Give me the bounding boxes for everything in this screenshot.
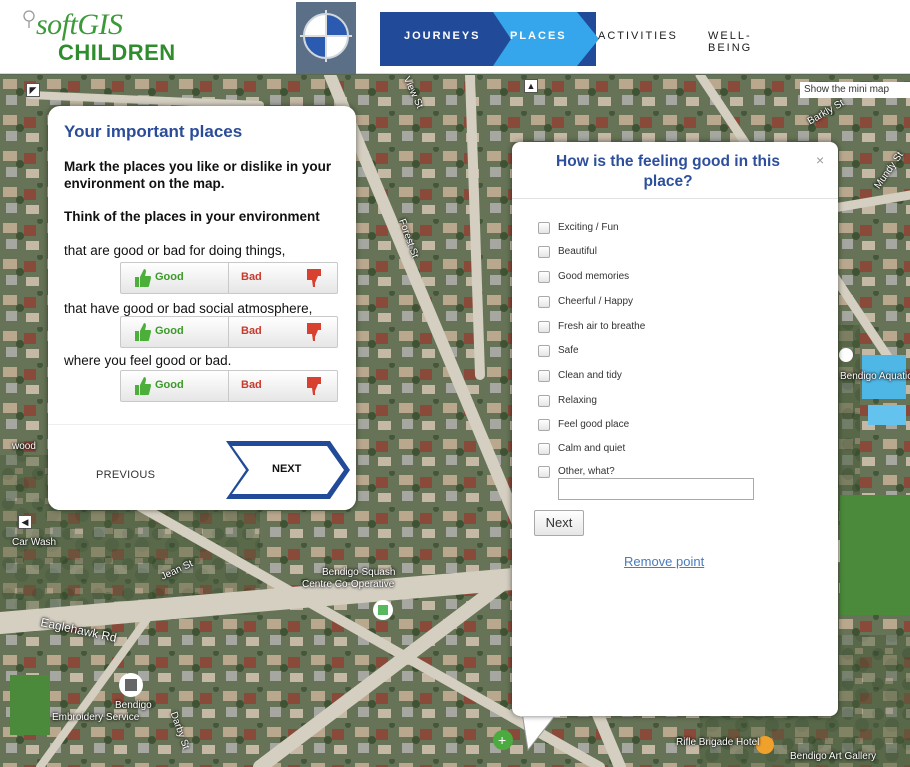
logo-softgis-text: softGIS xyxy=(36,8,123,41)
map-pin-icon xyxy=(23,10,35,28)
option-label: Clean and tidy xyxy=(558,370,622,381)
popup-next-button[interactable]: Next xyxy=(534,510,584,536)
compass-icon[interactable] xyxy=(296,2,356,74)
show-mini-map-label: Show the mini map xyxy=(804,84,890,95)
checkbox[interactable] xyxy=(538,271,550,283)
option-label: Cheerful / Happy xyxy=(558,296,634,307)
remove-point-link[interactable]: Remove point xyxy=(624,554,704,569)
checkbox[interactable] xyxy=(538,296,550,308)
map-label-bendigo-aquatic: Bendigo Aquatic xyxy=(840,371,910,382)
thumbs-down-icon xyxy=(307,377,321,395)
checkbox[interactable] xyxy=(538,443,550,455)
thumbs-up-icon xyxy=(135,377,151,395)
panel-think: Think of the places in your environment xyxy=(64,209,320,224)
bad-button-social-atmosphere[interactable]: Bad xyxy=(229,317,337,347)
bad-button-feel-good[interactable]: Bad xyxy=(229,371,337,401)
tab-journeys[interactable]: JOURNEYS xyxy=(404,30,481,42)
thumbs-up-icon xyxy=(135,269,151,287)
close-icon[interactable]: × xyxy=(816,152,824,168)
bad-label: Bad xyxy=(241,271,262,283)
checkbox[interactable] xyxy=(538,345,550,357)
option-label: Beautiful xyxy=(558,246,597,257)
feeling-popup: How is the feeling good in this place? ×… xyxy=(512,142,838,716)
softgis-children-logo: softGIS CHILDREN xyxy=(22,6,182,65)
checkbox[interactable] xyxy=(538,246,550,258)
panel-footer: PREVIOUS NEXT xyxy=(48,424,356,510)
next-label: NEXT xyxy=(272,463,302,475)
checkbox[interactable] xyxy=(538,466,550,478)
checkbox[interactable] xyxy=(538,222,550,234)
popup-title: How is the feeling good in this place? xyxy=(556,153,780,190)
bad-button-doing-things[interactable]: Bad xyxy=(229,263,337,293)
prompt-doing-things: that are good or bad for doing things, xyxy=(64,243,286,258)
tab-places[interactable]: PLACES xyxy=(510,30,567,42)
map-label-rifle-brigade-hotel: Rifle Brigade Hotel xyxy=(676,737,760,748)
map-label-embroidery-service: Embroidery Service xyxy=(52,712,140,723)
option-label: Good memories xyxy=(558,271,630,282)
show-mini-map-toggle[interactable]: Show the mini map xyxy=(800,82,910,98)
map-label-centre-co-operative: Centre Co-Operative xyxy=(302,579,395,590)
tab-activities[interactable]: ACTIVITIES xyxy=(598,30,678,42)
svg-text:+: + xyxy=(498,732,506,748)
other-text-input[interactable] xyxy=(558,478,754,500)
map-label-wood: wood xyxy=(12,441,36,452)
previous-button[interactable]: PREVIOUS xyxy=(96,469,155,481)
option-label: Exciting / Fun xyxy=(558,222,619,233)
option-label: Other, what? xyxy=(558,466,615,477)
option-label: Relaxing xyxy=(558,395,597,406)
next-button[interactable]: NEXT xyxy=(226,441,350,499)
map-label-bendigo-squash: Bendigo Squash xyxy=(322,567,396,578)
checkbox[interactable] xyxy=(538,419,550,431)
thumbs-down-icon xyxy=(307,323,321,341)
thumbs-up-icon xyxy=(135,323,151,341)
app-header: softGIS CHILDREN JOURNEYS PLACES ACTIVIT… xyxy=(0,0,910,74)
map-label-bendigo: Bendigo xyxy=(115,700,152,711)
good-bad-feel-good: Good Bad xyxy=(120,370,338,402)
map-label-car-wash: Car Wash xyxy=(12,537,57,548)
good-button-feel-good[interactable]: Good xyxy=(121,371,229,401)
panel-intro: Mark the places you like or dislike in y… xyxy=(64,159,332,191)
good-label: Good xyxy=(155,379,184,391)
checkbox[interactable] xyxy=(538,370,550,382)
option-label: Safe xyxy=(558,345,579,356)
checkbox[interactable] xyxy=(538,321,550,333)
thumbs-down-icon xyxy=(307,269,321,287)
option-label: Feel good place xyxy=(558,419,630,430)
panel-title: Your important places xyxy=(64,122,243,141)
good-label: Good xyxy=(155,325,184,337)
good-button-social-atmosphere[interactable]: Good xyxy=(121,317,229,347)
collapse-panel-button[interactable]: ◤ xyxy=(26,83,40,97)
good-bad-social-atmosphere: Good Bad xyxy=(120,316,338,348)
option-label: Calm and quiet xyxy=(558,443,626,454)
popup-tail xyxy=(520,712,560,752)
checkbox[interactable] xyxy=(538,395,550,407)
prompt-social-atmosphere: that have good or bad social atmosphere, xyxy=(64,301,313,316)
map-up-button[interactable]: ▲ xyxy=(524,79,538,93)
expand-left-button[interactable]: ◀ xyxy=(18,515,32,529)
map-label-bendigo-art-gallery: Bendigo Art Gallery xyxy=(790,751,877,762)
bad-label: Bad xyxy=(241,325,262,337)
good-bad-doing-things: Good Bad xyxy=(120,262,338,294)
bad-label: Bad xyxy=(241,379,262,391)
popup-divider xyxy=(512,198,838,199)
good-button-doing-things[interactable]: Good xyxy=(121,263,229,293)
good-label: Good xyxy=(155,271,184,283)
tab-well-being[interactable]: WELL-BEING xyxy=(708,30,752,54)
important-places-panel: Your important places Mark the places yo… xyxy=(48,106,356,510)
prompt-feel-good: where you feel good or bad. xyxy=(64,353,232,368)
logo-children-text: CHILDREN xyxy=(58,40,176,65)
option-label: Fresh air to breathe xyxy=(558,321,646,332)
